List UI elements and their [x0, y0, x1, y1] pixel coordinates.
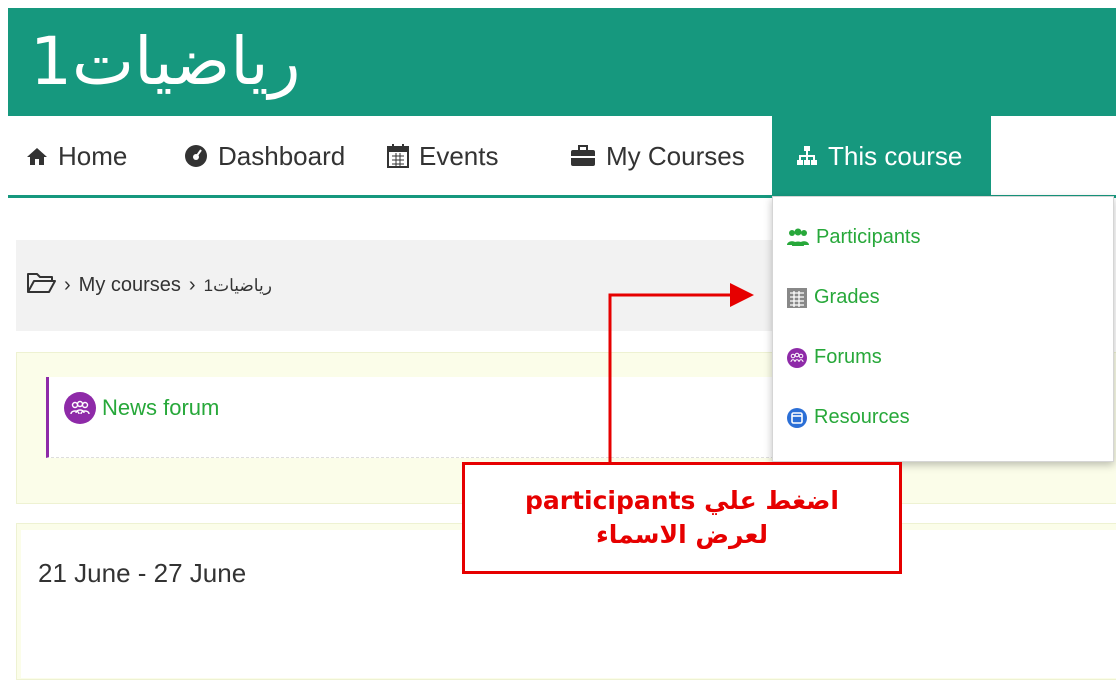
dropdown-item-resources[interactable]: Resources	[786, 406, 910, 429]
home-icon	[26, 146, 48, 166]
calendar-icon	[387, 144, 409, 168]
nav-dashboard-label: Dashboard	[218, 140, 346, 171]
site-header: رياضيات1	[8, 8, 1116, 116]
folder-icon	[26, 271, 56, 301]
participants-label: Participants	[816, 226, 921, 248]
site-title[interactable]: رياضيات1	[30, 12, 301, 112]
dashboard-icon	[184, 144, 208, 168]
users-icon	[786, 228, 810, 248]
forum-icon	[64, 392, 96, 424]
dropdown-item-participants[interactable]: Participants	[786, 226, 921, 249]
resources-label: Resources	[814, 406, 910, 428]
breadcrumb-separator: ›	[64, 274, 71, 296]
nav-events[interactable]: Events	[387, 116, 499, 196]
breadcrumb: › My courses › رياضيات1	[16, 240, 776, 331]
callout-line-1: participants اضغط علي	[525, 486, 839, 515]
news-forum-link[interactable]: News forum	[64, 392, 219, 424]
grades-label: Grades	[814, 286, 880, 308]
nav-this-course-label: This course	[828, 140, 963, 171]
nav-my-courses-label: My Courses	[606, 140, 745, 171]
table-icon	[786, 287, 808, 309]
annotation-callout: participants اضغط علي لعرض الاسماء	[462, 462, 902, 574]
briefcase-icon	[570, 145, 596, 167]
callout-line-2: لعرض الاسماء	[595, 520, 769, 549]
week-title: 21 June - 27 June	[38, 558, 247, 588]
dropdown-item-grades[interactable]: Grades	[786, 286, 880, 309]
nav-home-label: Home	[58, 140, 128, 171]
news-forum-label: News forum	[102, 395, 220, 420]
nav-my-courses[interactable]: My Courses	[570, 116, 745, 196]
breadcrumb-course[interactable]: رياضيات1	[204, 276, 272, 296]
breadcrumb-separator: ›	[188, 274, 196, 296]
dropdown-item-forums[interactable]: Forums	[786, 346, 882, 369]
nav-this-course[interactable]: This course	[772, 116, 991, 196]
sitemap-icon	[796, 145, 818, 167]
nav-events-label: Events	[419, 140, 499, 171]
forum-icon	[786, 347, 808, 369]
resource-icon	[786, 407, 808, 429]
nav-home[interactable]: Home	[26, 116, 127, 196]
forums-label: Forums	[814, 346, 882, 368]
breadcrumb-my-courses[interactable]: My courses	[79, 274, 181, 297]
nav-dashboard[interactable]: Dashboard	[184, 116, 345, 196]
